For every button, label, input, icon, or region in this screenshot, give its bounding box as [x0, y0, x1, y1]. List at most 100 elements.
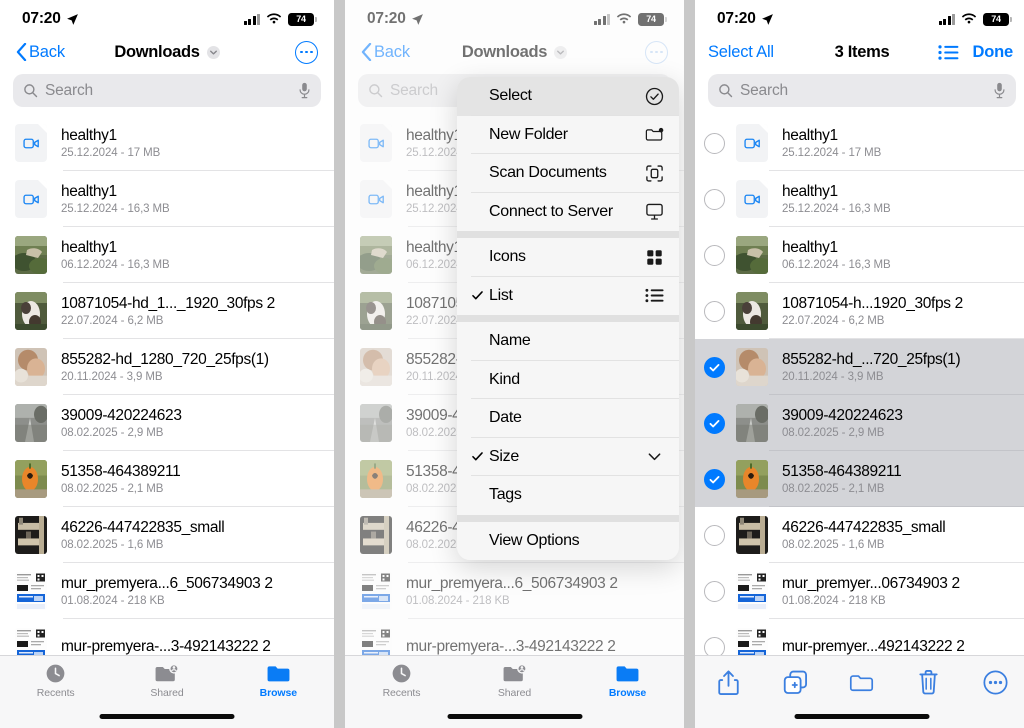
file-row[interactable]: mur_premyera...6_506734903 2 01.08.2024 -…: [345, 563, 684, 619]
row-checkbox[interactable]: [704, 524, 725, 546]
video-file-icon: [360, 124, 392, 162]
home-indicator: [794, 714, 930, 719]
more-options-icon[interactable]: [295, 40, 318, 64]
battery-indicator: 74: [983, 12, 1012, 26]
menu-item-tags[interactable]: Tags: [457, 476, 679, 515]
chevron-down-icon: [206, 45, 220, 59]
tab-label: Browse: [259, 687, 297, 699]
tab-label: Browse: [608, 687, 647, 699]
file-name: healthy1: [782, 239, 838, 256]
chevron-left-icon: [361, 43, 372, 61]
tab-browse[interactable]: Browse: [571, 656, 684, 706]
panel-selection-mode: 07:20 74 Select All 3 Items Done Search …: [695, 0, 1024, 728]
file-row[interactable]: 10871054-hd_1..._1920_30fps 2 22.07.2024 …: [0, 283, 334, 339]
new-folder-icon: [645, 128, 663, 141]
file-row[interactable]: 51358-464389211 08.02.2025 - 2,1 MB: [0, 451, 334, 507]
file-row[interactable]: 51358-464389211 08.02.2025 - 2,1 MB: [695, 451, 1024, 507]
menu-item-connect-to-server[interactable]: Connect to Server: [457, 192, 679, 231]
file-meta: mur-premyera-...3-492143222 2: [61, 638, 334, 656]
file-name: 10871054-hd_1..._1920_30fps 2: [61, 295, 275, 312]
file-row[interactable]: healthy1 25.12.2024 - 17 MB: [695, 115, 1024, 171]
selection-toolbar: [695, 655, 1024, 728]
file-row[interactable]: healthy1 06.12.2024 - 16,3 MB: [0, 227, 334, 283]
menu-separator: [457, 231, 679, 238]
battery-indicator: 74: [638, 12, 667, 26]
thumbnail-image: [15, 348, 47, 386]
trash-button[interactable]: [895, 669, 962, 696]
video-file-icon: [360, 180, 392, 218]
row-checkbox[interactable]: [704, 356, 725, 378]
back-button[interactable]: Back: [361, 43, 410, 62]
grid-icon: [646, 250, 662, 265]
menu-item-label: Select: [489, 87, 532, 105]
row-checkbox[interactable]: [704, 244, 725, 266]
microphone-icon[interactable]: [298, 82, 311, 99]
row-checkbox[interactable]: [704, 188, 725, 210]
file-thumbnail: [360, 292, 392, 330]
row-checkbox[interactable]: [704, 412, 725, 434]
file-row[interactable]: 855282-hd_1280_720_25fps(1) 20.11.2024 - …: [0, 339, 334, 395]
file-subtitle: 08.02.2025 - 2,1 MB: [61, 483, 164, 495]
tab-shared[interactable]: Shared: [111, 656, 222, 706]
video-camera-icon: [367, 138, 384, 148]
tab-recents[interactable]: Recents: [0, 656, 111, 706]
row-checkbox[interactable]: [704, 132, 725, 154]
navigation-bar: Back Downloads: [345, 34, 684, 70]
file-row[interactable]: 855282-hd_...720_25fps(1) 20.11.2024 - 3,…: [695, 339, 1024, 395]
file-thumbnail: [360, 516, 392, 554]
menu-item-date[interactable]: Date: [457, 399, 679, 438]
file-row[interactable]: healthy1 25.12.2024 - 17 MB: [0, 115, 334, 171]
file-row[interactable]: 39009-420224623 08.02.2025 - 2,9 MB: [0, 395, 334, 451]
done-button[interactable]: Done: [973, 43, 1014, 62]
file-subtitle: 01.08.2024 - 218 KB: [406, 595, 510, 607]
search-input[interactable]: Search: [708, 74, 1016, 107]
tab-browse[interactable]: Browse: [223, 656, 334, 706]
menu-item-scan-documents[interactable]: Scan Documents: [457, 154, 679, 193]
menu-item-label: Icons: [489, 248, 526, 266]
file-name: mur_premyera...6_506734903 2: [61, 575, 273, 592]
file-row[interactable]: 46226-447422835_small 08.02.2025 - 1,6 MB: [695, 507, 1024, 563]
tab-recents[interactable]: Recents: [345, 656, 458, 706]
search-container: Search: [0, 70, 334, 115]
share-button[interactable]: [695, 669, 762, 696]
file-list-selection: healthy1 25.12.2024 - 17 MB healthy1 25.12.…: [695, 115, 1024, 675]
move-to-folder-button[interactable]: [829, 669, 896, 696]
file-row[interactable]: 46226-447422835_small 08.02.2025 - 1,6 MB: [0, 507, 334, 563]
menu-item-size[interactable]: Size: [457, 437, 679, 476]
file-row[interactable]: healthy1 25.12.2024 - 16,3 MB: [695, 171, 1024, 227]
menu-item-kind[interactable]: Kind: [457, 360, 679, 399]
menu-item-list[interactable]: List: [457, 276, 679, 315]
status-bar: 07:20 74: [345, 0, 684, 34]
menu-item-new-folder[interactable]: New Folder: [457, 115, 679, 154]
menu-item-icons[interactable]: Icons: [457, 238, 679, 277]
select-all-button[interactable]: Select All: [708, 43, 774, 62]
microphone-icon[interactable]: [993, 82, 1006, 99]
file-subtitle: 01.08.2024 - 218 KB: [782, 595, 886, 607]
duplicate-button[interactable]: [762, 669, 829, 696]
more-options-icon[interactable]: [645, 40, 668, 64]
row-checkbox[interactable]: [704, 468, 725, 490]
row-checkbox[interactable]: [704, 300, 725, 322]
clock-icon: [46, 664, 65, 683]
file-meta: healthy1 25.12.2024 - 17 MB: [782, 127, 1024, 159]
menu-item-view-options[interactable]: View Options: [457, 521, 679, 560]
menu-item-icon: [644, 531, 664, 551]
file-row[interactable]: 39009-420224623 08.02.2025 - 2,9 MB: [695, 395, 1024, 451]
row-checkbox[interactable]: [704, 580, 725, 602]
tab-bar: Recents Shared Browse: [0, 655, 334, 728]
file-row[interactable]: healthy1 25.12.2024 - 16,3 MB: [0, 171, 334, 227]
menu-item-select[interactable]: Select: [457, 77, 679, 116]
file-row[interactable]: 10871054-h...1920_30fps 2 22.07.2024 - 6,…: [695, 283, 1024, 339]
file-meta: healthy1 25.12.2024 - 17 MB: [61, 127, 334, 159]
menu-item-name[interactable]: Name: [457, 322, 679, 361]
list-icon[interactable]: [937, 44, 959, 61]
back-button[interactable]: Back: [16, 43, 65, 62]
thumbnail-image: [15, 572, 47, 610]
search-input[interactable]: Search: [13, 74, 321, 107]
file-row[interactable]: healthy1 06.12.2024 - 16,3 MB: [695, 227, 1024, 283]
menu-item-label: List: [489, 286, 513, 304]
file-row[interactable]: mur_premyer...06734903 2 01.08.2024 - 218…: [695, 563, 1024, 619]
tab-shared[interactable]: Shared: [458, 656, 571, 706]
file-row[interactable]: mur_premyera...6_506734903 2 01.08.2024 -…: [0, 563, 334, 619]
more-options-button[interactable]: [962, 669, 1024, 696]
